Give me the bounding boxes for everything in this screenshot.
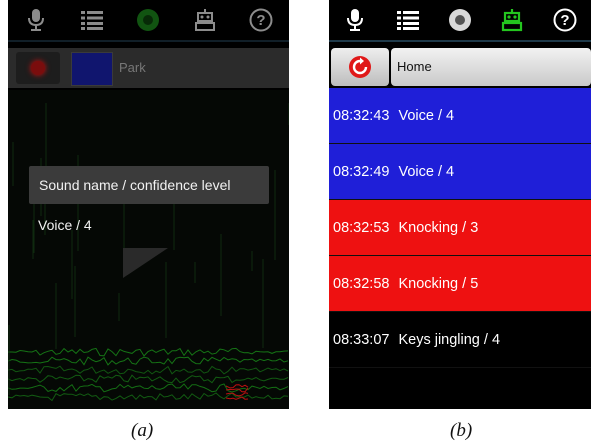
location-color-swatch[interactable] <box>71 52 113 86</box>
refresh-icon <box>349 56 371 78</box>
svg-text:?: ? <box>256 12 265 29</box>
refresh-button[interactable] <box>331 48 389 86</box>
event-time: 08:32:53 <box>333 220 390 236</box>
event-time: 08:32:58 <box>333 276 390 292</box>
event-label: Keys jingling / 4 <box>398 332 501 348</box>
event-row[interactable]: 08:32:58 Knocking / 5 <box>329 256 591 312</box>
event-row[interactable]: 08:32:53 Knocking / 3 <box>329 200 591 256</box>
svg-text:?: ? <box>560 12 569 29</box>
detected-sound-label: Voice / 4 <box>38 217 92 233</box>
event-row[interactable]: 08:32:43 Voice / 4 <box>329 88 591 144</box>
event-time: 08:32:43 <box>333 108 390 124</box>
robot-icon[interactable] <box>191 6 219 34</box>
event-time: 08:33:07 <box>333 332 390 348</box>
location-title[interactable]: Home <box>391 48 591 86</box>
help-icon[interactable]: ? <box>551 6 579 34</box>
spectrogram-view <box>8 90 289 409</box>
screen-b: ? Home 08:32:43 Voice / 4 08:32:49 Voice / … <box>329 0 591 409</box>
record-disc-icon[interactable] <box>134 6 162 34</box>
help-icon[interactable]: ? <box>247 6 275 34</box>
record-dot-icon <box>31 61 45 75</box>
top-action-bar: ? <box>8 0 289 42</box>
event-row[interactable]: 08:33:07 Keys jingling / 4 <box>329 312 591 368</box>
location-title: Park <box>119 60 146 75</box>
record-disc-icon[interactable] <box>446 6 474 34</box>
event-label: Knocking / 3 <box>398 220 479 236</box>
screen-a: ? Park Sound name / confidence level Voi… <box>8 0 289 409</box>
caption-b: (b) <box>450 420 473 441</box>
event-list: 08:32:43 Voice / 4 08:32:49 Voice / 4 08:32:… <box>329 88 591 368</box>
event-label: Voice / 4 <box>398 108 455 124</box>
event-label: Voice / 4 <box>398 164 455 180</box>
sound-label-tooltip: Sound name / confidence level <box>29 166 269 204</box>
caption-a: (a) <box>131 420 154 441</box>
robot-icon[interactable] <box>498 6 526 34</box>
event-time: 08:32:49 <box>333 164 390 180</box>
record-button[interactable] <box>16 52 60 84</box>
event-row[interactable]: 08:32:49 Voice / 4 <box>329 144 591 200</box>
top-action-bar: ? <box>329 0 591 42</box>
microphone-icon[interactable] <box>22 6 50 34</box>
list-icon[interactable] <box>78 6 106 34</box>
event-label: Knocking / 5 <box>398 276 479 292</box>
microphone-icon[interactable] <box>341 6 369 34</box>
listening-toolbar: Park <box>8 48 289 88</box>
list-icon[interactable] <box>394 6 422 34</box>
history-toolbar: Home <box>329 46 591 88</box>
